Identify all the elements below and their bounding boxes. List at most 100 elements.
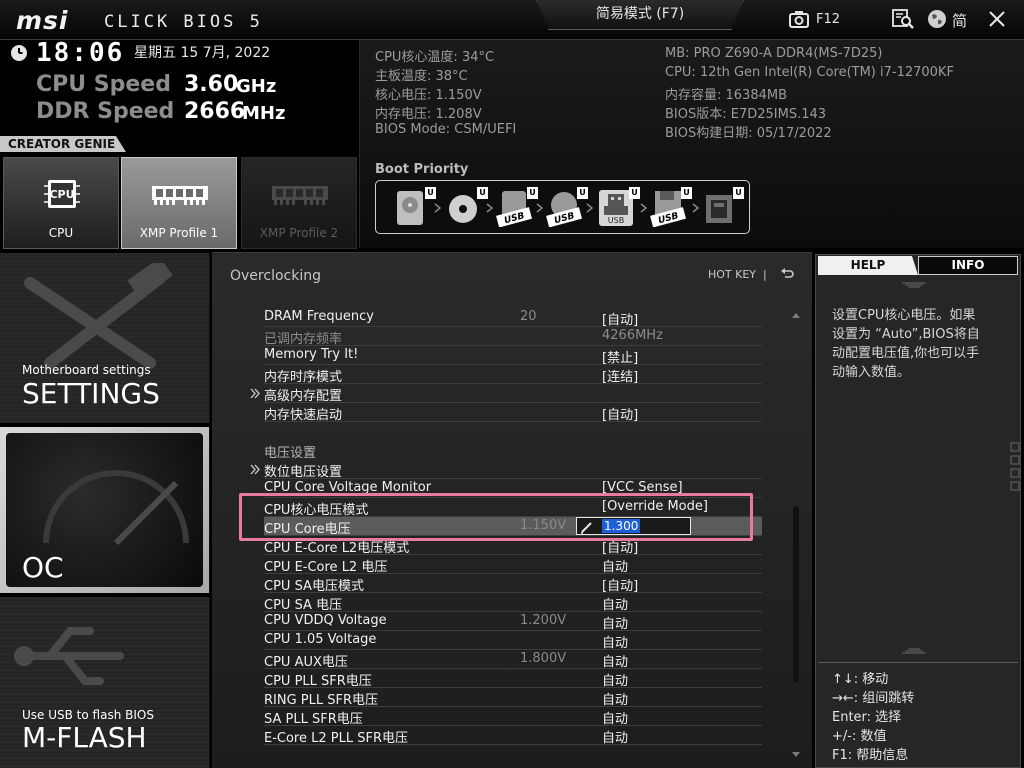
boot-device-optical[interactable]: U bbox=[446, 187, 488, 227]
creator-genie-title: CREATOR GENIE bbox=[0, 136, 126, 152]
setting-value[interactable]: [连结] bbox=[602, 366, 638, 385]
key-hint: ↑↓: 移动 bbox=[832, 672, 889, 687]
gauge-icon bbox=[43, 470, 189, 546]
back-icon[interactable] bbox=[780, 267, 794, 281]
clock-icon bbox=[11, 45, 27, 61]
usb-icon bbox=[14, 627, 124, 685]
bios-version: BIOS版本: E7D25IMS.143 bbox=[665, 107, 827, 122]
setting-current-value: 20 bbox=[520, 309, 537, 324]
scroll-up-icon[interactable] bbox=[790, 310, 802, 320]
memory-voltage: 内存电压: 1.208V bbox=[375, 107, 482, 122]
boot-device-network[interactable]: U bbox=[702, 187, 744, 227]
cpu-speed-unit: GHz bbox=[236, 76, 277, 97]
cpu-icon: CPU bbox=[44, 180, 80, 208]
pencil-icon bbox=[581, 522, 592, 534]
nav-m-flash[interactable]: Use USB to flash BIOS M-FLASH bbox=[0, 597, 210, 768]
arrow-right-icon bbox=[536, 203, 544, 213]
m-flash-subtitle: Use USB to flash BIOS bbox=[22, 708, 154, 722]
language-label[interactable]: 简 bbox=[952, 10, 967, 31]
setting-value[interactable]: [自动] bbox=[602, 404, 638, 423]
help-description: 设置CPU核心电压。如果设置为 “Auto”,BIOS将自动配置电压值,你也可以… bbox=[832, 308, 980, 380]
nav-settings[interactable]: Motherboard settings SETTINGS bbox=[0, 253, 210, 423]
setting-value[interactable]: 自动 bbox=[602, 632, 628, 651]
profile-label: XMP Profile 2 bbox=[259, 226, 339, 240]
page-title: Overclocking bbox=[230, 268, 321, 284]
setting-row[interactable]: 高级内存配置 bbox=[264, 384, 762, 404]
profile-cpu[interactable]: CPU CPU bbox=[3, 157, 119, 249]
setting-row[interactable]: CPU 1.05 Voltage 自动 bbox=[264, 631, 762, 651]
panel-handle-icon[interactable] bbox=[902, 648, 926, 654]
side-grip-icon[interactable] bbox=[1010, 442, 1020, 492]
setting-value[interactable]: 自动 bbox=[602, 594, 628, 613]
cpu-speed-label: CPU Speed bbox=[36, 72, 171, 97]
setting-value[interactable]: 自动 bbox=[602, 613, 628, 632]
setting-row[interactable]: CPU VDDQ Voltage 1.200V 自动 bbox=[264, 612, 762, 632]
setting-row[interactable]: CPU SA电压模式 [自动] bbox=[264, 574, 762, 594]
setting-value[interactable]: 自动 bbox=[602, 651, 628, 670]
boot-device-usb-drive[interactable]: USB U bbox=[598, 187, 640, 227]
uefi-badge: U bbox=[733, 187, 744, 199]
search-icon[interactable] bbox=[892, 8, 914, 30]
uefi-badge: U bbox=[681, 187, 692, 199]
setting-row[interactable]: 内存时序模式 [连结] bbox=[264, 365, 762, 385]
cpu-speed-value: 3.60 bbox=[184, 72, 239, 97]
hotkey-button[interactable]: HOT KEY | bbox=[708, 268, 767, 281]
mb-temp: 主板温度: 38°C bbox=[375, 69, 468, 84]
setting-name: 内存快速启动 bbox=[264, 408, 343, 423]
panel-handle-icon[interactable] bbox=[902, 282, 926, 288]
setting-row[interactable]: 内存快速启动 [自动] bbox=[264, 403, 762, 423]
svg-text:USB: USB bbox=[608, 216, 624, 225]
settings-subtitle: Motherboard settings bbox=[22, 363, 151, 377]
settings-title: SETTINGS bbox=[22, 377, 160, 410]
close-icon[interactable] bbox=[986, 8, 1008, 30]
setting-value[interactable]: [自动] bbox=[602, 309, 638, 328]
memory-module-icon bbox=[272, 186, 328, 205]
arrow-right-icon bbox=[486, 203, 494, 213]
setting-row[interactable]: 数位电压设置 bbox=[264, 460, 762, 480]
scrollbar-thumb[interactable] bbox=[793, 506, 799, 682]
setting-row[interactable]: SA PLL SFR电压 自动 bbox=[264, 707, 762, 727]
profile-xmp-2[interactable]: XMP Profile 2 bbox=[241, 157, 357, 249]
setting-current-value: 1.800V bbox=[520, 651, 567, 666]
setting-value[interactable]: 自动 bbox=[602, 670, 628, 689]
setting-value[interactable]: 自动 bbox=[602, 689, 628, 708]
key-hint: →←: 组间跳转 bbox=[832, 691, 915, 706]
cpu-core-voltage-input[interactable]: 1.300 bbox=[576, 517, 691, 535]
profile-label: XMP Profile 1 bbox=[139, 226, 219, 240]
scrollbar[interactable] bbox=[790, 310, 802, 762]
uefi-badge: U bbox=[577, 187, 588, 199]
setting-row[interactable]: CPU PLL SFR电压 自动 bbox=[264, 669, 762, 689]
profile-xmp-1[interactable]: XMP Profile 1 bbox=[121, 157, 237, 249]
setting-row[interactable]: CPU AUX电压 1.800V 自动 bbox=[264, 650, 762, 670]
msi-logo: msi bbox=[16, 6, 69, 35]
setting-name: CPU 1.05 Voltage bbox=[264, 632, 377, 647]
boot-device-hdd[interactable]: U bbox=[394, 187, 436, 227]
setting-row[interactable]: CPU E-Core L2 电压 自动 bbox=[264, 555, 762, 575]
setting-value[interactable]: [禁止] bbox=[602, 347, 638, 366]
setting-row[interactable]: RING PLL SFR电压 自动 bbox=[264, 688, 762, 708]
boot-device-usb-floppy[interactable]: USB U bbox=[650, 187, 692, 228]
boot-priority-bar: U U USB U USB U USB U USB U U bbox=[375, 180, 750, 234]
boot-device-usb-disk[interactable]: USB U bbox=[496, 187, 538, 228]
arrow-right-icon bbox=[434, 203, 442, 213]
m-flash-title: M-FLASH bbox=[22, 721, 147, 754]
boot-device-usb-optical[interactable]: USB U bbox=[546, 187, 588, 228]
camera-icon[interactable] bbox=[788, 8, 810, 30]
setting-row[interactable]: DRAM Frequency 20 [自动] bbox=[264, 308, 762, 328]
setting-value[interactable]: 自动 bbox=[602, 708, 628, 727]
globe-icon[interactable] bbox=[926, 8, 948, 30]
setting-name: 内存时序模式 bbox=[264, 370, 343, 385]
setting-value[interactable]: 自动 bbox=[602, 727, 628, 746]
scroll-down-icon[interactable] bbox=[790, 750, 802, 760]
setting-row[interactable]: Memory Try It! [禁止] bbox=[264, 346, 762, 366]
setting-value[interactable]: 自动 bbox=[602, 556, 628, 575]
setting-row[interactable]: E-Core L2 PLL SFR电压 自动 bbox=[264, 726, 762, 746]
setting-value[interactable]: [自动] bbox=[602, 575, 638, 594]
setting-row[interactable]: CPU SA 电压 自动 bbox=[264, 593, 762, 613]
submenu-arrow-icon bbox=[250, 388, 260, 399]
tab-info[interactable]: INFO bbox=[918, 256, 1018, 275]
nav-oc[interactable]: OC bbox=[0, 427, 210, 593]
tab-help[interactable]: HELP bbox=[818, 256, 918, 275]
easy-mode-button[interactable]: 简易模式 (F7) bbox=[536, 0, 744, 30]
setting-name: CPU AUX电压 bbox=[264, 655, 348, 670]
